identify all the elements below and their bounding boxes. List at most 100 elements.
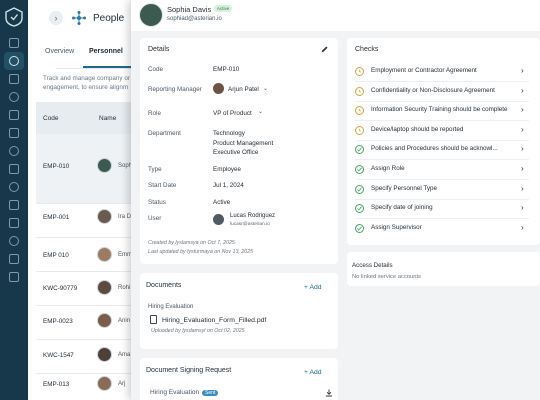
chevron-right-icon[interactable]: › (521, 223, 524, 232)
table-row[interactable]: EMP-010 Soph (36, 134, 136, 204)
row-code: EMP-010 (43, 163, 70, 170)
field-value-department: Technology Product Management Executive … (213, 130, 274, 156)
check-divider (355, 218, 529, 220)
check-divider (355, 120, 529, 122)
check-item-label: Assign Supervisor (371, 223, 422, 231)
add-document-button[interactable]: + Add (304, 284, 322, 291)
risks-icon[interactable] (9, 128, 19, 138)
brand-logo-icon[interactable] (4, 7, 24, 27)
avatar (97, 347, 112, 362)
add-signing-request-button[interactable]: + Add (304, 369, 322, 376)
row-code: EMP-0023 (43, 318, 73, 325)
add-signing-label: Add (309, 369, 322, 376)
page-title: People (93, 13, 125, 24)
check-item[interactable]: Device/laptop should be reported › (347, 125, 533, 145)
chevron-right-icon[interactable]: › (521, 86, 524, 95)
field-value-role[interactable]: VP of Product (213, 109, 252, 119)
checks-title: Checks (355, 46, 379, 53)
chevron-right-icon[interactable]: › (521, 203, 524, 212)
chevron-right-icon[interactable]: › (521, 105, 524, 114)
pending-clock-icon (355, 86, 364, 96)
policies-icon[interactable] (9, 110, 19, 120)
field-label-start-date: Start Date (148, 182, 177, 189)
field-label-code: Code (148, 66, 164, 73)
row-code: EMP 010 (43, 252, 69, 259)
chevron-right-icon[interactable]: › (521, 164, 524, 173)
check-item-label: Device/laptop should be reported (371, 125, 464, 133)
field-label-type: Type (148, 166, 162, 173)
check-item-label: Information Security Training should be … (371, 106, 508, 114)
status-badge: Active (214, 5, 233, 12)
table-row[interactable]: EMP 010 Emm (36, 238, 136, 272)
avatar (97, 313, 112, 328)
chevron-right-icon[interactable]: › (521, 184, 524, 193)
table-row[interactable]: EMP-001 Ira D (36, 204, 136, 238)
row-code: KWC-1547 (43, 352, 74, 359)
tab-overview[interactable]: Overview (45, 48, 74, 55)
documents-card: Documents + Add Hiring Evaluation Hiring… (140, 273, 338, 349)
chevron-down-icon[interactable]: ⌄ (258, 108, 263, 115)
collapse-sidebar-button[interactable]: › (49, 11, 63, 25)
page-description: Track and manage company or engagement, … (43, 75, 130, 91)
check-item[interactable]: Employment or Contractor Agreement › (347, 66, 533, 86)
table-row[interactable]: EMP-013 Arj (36, 374, 136, 400)
training-icon[interactable] (9, 254, 19, 264)
vendors-icon[interactable] (9, 146, 19, 156)
integrations-icon[interactable] (9, 164, 19, 174)
check-item[interactable]: Policies and Procedures should be acknow… (347, 144, 533, 164)
document-icon (150, 315, 157, 324)
row-name: Anin (118, 318, 131, 324)
edit-icon[interactable] (320, 45, 329, 54)
download-icon[interactable] (325, 389, 333, 397)
avatar (97, 376, 112, 391)
signing-status-badge: Sent (202, 390, 219, 396)
row-name: Arj (118, 381, 126, 387)
updated-meta: Last updated by lysturmaya on Nov 13, 20… (148, 249, 254, 255)
trust-icon[interactable] (9, 236, 19, 246)
shield-icon[interactable] (9, 92, 19, 102)
check-item[interactable]: Information Security Training should be … (347, 105, 533, 125)
row-name: Ama (118, 352, 131, 358)
dashboard-icon[interactable] (9, 38, 19, 48)
devices-icon[interactable] (9, 74, 19, 84)
table-row[interactable]: KWC-90779 Rohi (36, 272, 136, 306)
personnel-detail-drawer: Sophia Davis Active sophiad@asterian.io … (131, 0, 540, 400)
field-value-code: EMP-010 (213, 66, 240, 73)
signing-item-title[interactable]: Hiring Evaluation (150, 389, 199, 396)
chevron-right-icon[interactable]: › (521, 125, 524, 134)
column-header-code[interactable]: Code (43, 115, 59, 122)
documents-icon[interactable] (9, 200, 19, 210)
check-item[interactable]: Specify date of joining › (347, 203, 533, 223)
table-row[interactable]: KWC-1547 Ama (36, 340, 136, 374)
column-header-name[interactable]: Name (99, 115, 116, 122)
people-icon[interactable] (9, 56, 19, 66)
access-card: Access Details No linked service account… (347, 252, 540, 286)
field-value-type: Employee (213, 166, 242, 173)
reports-icon[interactable] (9, 218, 19, 228)
documents-title: Documents (146, 282, 182, 289)
check-item-label: Employment or Contractor Agreement (371, 67, 477, 74)
table-row[interactable]: EMP-0023 Anin (36, 306, 136, 340)
check-item[interactable]: Assign Supervisor › (347, 223, 533, 243)
chevron-right-icon[interactable]: › (521, 66, 524, 75)
profile-email: sophiad@asterian.io (167, 16, 222, 22)
check-item[interactable]: Confidentiality or Non-Disclosure Agreem… (347, 86, 533, 106)
field-value-user-email: lucasr@asterian.io (230, 222, 270, 227)
settings-icon[interactable] (9, 272, 19, 282)
avatar (213, 214, 224, 225)
details-title: Details (148, 46, 170, 53)
chevron-down-icon[interactable]: ⌄ (263, 85, 268, 92)
check-item-label: Specify date of joining (371, 204, 433, 212)
chevron-right-icon[interactable]: › (521, 144, 524, 153)
nav-rail (0, 0, 28, 400)
check-divider (355, 159, 529, 161)
document-file-link[interactable]: Hiring_Evaluation_Form_Filled.pdf (162, 316, 266, 326)
check-item[interactable]: Assign Role › (347, 164, 533, 184)
profile-name: Sophia Davis (167, 5, 212, 14)
field-label-status: Status (148, 199, 166, 206)
tab-personnel[interactable]: Personnel (89, 48, 123, 55)
audits-icon[interactable] (9, 182, 19, 192)
row-code: EMP-001 (43, 214, 70, 221)
check-item[interactable]: Specify Personnel Type › (347, 184, 533, 204)
field-value-manager[interactable]: Arjun Patel (228, 85, 259, 95)
